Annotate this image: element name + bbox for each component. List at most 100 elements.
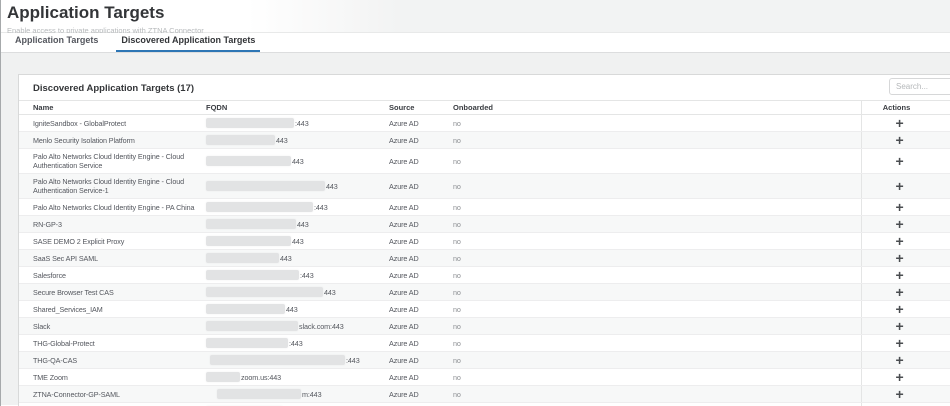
target-onboarded: no <box>453 236 461 246</box>
table-row: TME Zoom zoom.us:443 Azure AD no + <box>19 369 950 386</box>
add-target-button[interactable]: + <box>895 116 903 130</box>
add-target-button[interactable]: + <box>895 268 903 282</box>
table-row: Palo Alto Networks Cloud Identity Engine… <box>19 174 950 199</box>
redacted-fqdn <box>206 338 288 348</box>
window-edge <box>0 0 1 406</box>
target-fqdn: 443 <box>206 149 389 173</box>
fqdn-suffix: 443 <box>292 236 304 246</box>
target-source: Azure AD <box>389 156 419 166</box>
target-fqdn: :443 <box>206 335 389 351</box>
add-target-button[interactable]: + <box>895 217 903 231</box>
actions-cell: + <box>861 233 931 249</box>
application-targets-page: Application Targets Enable access to pri… <box>0 0 950 406</box>
actions-cell: + <box>861 318 931 334</box>
add-target-button[interactable]: + <box>895 387 903 401</box>
target-source: Azure AD <box>389 355 419 365</box>
target-onboarded: no <box>453 389 461 399</box>
table-row: Shared_Services_IAM 443 Azure AD no + <box>19 301 950 318</box>
tab-bar: Application Targets Discovered Applicati… <box>0 33 950 53</box>
add-target-button[interactable]: + <box>895 302 903 316</box>
target-source: Azure AD <box>389 219 419 229</box>
redacted-fqdn <box>206 236 291 246</box>
add-target-button[interactable]: + <box>895 353 903 367</box>
actions-cell: + <box>861 174 931 198</box>
target-fqdn: zoom.us:443 <box>206 369 389 385</box>
actions-cell: + <box>861 369 931 385</box>
add-target-button[interactable]: + <box>895 319 903 333</box>
redacted-fqdn <box>210 355 345 365</box>
table-row: SASE DEMO 2 Explicit Proxy 443 Azure AD … <box>19 233 950 250</box>
fqdn-suffix: slack.com:443 <box>299 321 344 331</box>
redacted-fqdn <box>206 181 325 191</box>
panel-header: Discovered Application Targets (17) <box>19 75 950 100</box>
redacted-fqdn <box>206 118 294 128</box>
tab-discovered-application-targets[interactable]: Discovered Application Targets <box>116 35 261 52</box>
fqdn-suffix: :443 <box>314 202 328 212</box>
actions-cell: + <box>861 115 931 131</box>
table-row: SaaS Sec API SAML 443 Azure AD no + <box>19 250 950 267</box>
fqdn-suffix: 443 <box>276 135 288 145</box>
target-source: Azure AD <box>389 304 419 314</box>
actions-cell: + <box>861 216 931 232</box>
add-target-button[interactable]: + <box>895 336 903 350</box>
target-fqdn: :443 <box>206 115 389 131</box>
target-onboarded: no <box>453 270 461 280</box>
target-name: IgniteSandbox - GlobalProtect <box>33 118 126 128</box>
target-source: Azure AD <box>389 236 419 246</box>
target-name: Palo Alto Networks Cloud Identity Engine… <box>33 202 195 212</box>
redacted-fqdn <box>206 135 275 145</box>
target-onboarded: no <box>453 135 461 145</box>
redacted-fqdn <box>206 372 240 382</box>
table-row: Salesforce :443 Azure AD no + <box>19 267 950 284</box>
target-name: Palo Alto Networks Cloud Identity Engine… <box>33 177 185 195</box>
target-fqdn: :443 <box>206 199 389 215</box>
table-row: Secure Browser Test CAS 443 Azure AD no … <box>19 284 950 301</box>
target-onboarded: no <box>453 181 461 191</box>
actions-cell: + <box>861 284 931 300</box>
redacted-fqdn <box>206 270 299 280</box>
add-target-button[interactable]: + <box>895 200 903 214</box>
target-source: Azure AD <box>389 118 419 128</box>
target-name: THG-Global-Protect <box>33 338 95 348</box>
actions-cell: + <box>861 301 931 317</box>
target-fqdn: 443 <box>206 250 389 266</box>
column-header-actions: Actions <box>861 101 931 114</box>
add-target-button[interactable]: + <box>895 251 903 265</box>
tab-application-targets[interactable]: Application Targets <box>10 35 103 52</box>
target-name: Secure Browser Test CAS <box>33 287 114 297</box>
target-source: Azure AD <box>389 270 419 280</box>
column-header-fqdn: FQDN <box>206 103 228 112</box>
fqdn-suffix: :443 <box>289 338 303 348</box>
target-source: Azure AD <box>389 135 419 145</box>
target-onboarded: no <box>453 219 461 229</box>
target-fqdn: 443 <box>206 301 389 317</box>
add-target-button[interactable]: + <box>895 154 903 168</box>
add-target-button[interactable]: + <box>895 370 903 384</box>
target-onboarded: no <box>453 304 461 314</box>
redacted-fqdn <box>206 253 279 263</box>
column-header-source: Source <box>389 103 415 112</box>
actions-cell: + <box>861 149 931 173</box>
add-target-button[interactable]: + <box>895 179 903 193</box>
target-name: SaaS Sec API SAML <box>33 253 99 263</box>
search-input[interactable] <box>889 78 950 95</box>
target-source: Azure AD <box>389 338 419 348</box>
target-onboarded: no <box>453 156 461 166</box>
actions-cell: + <box>861 132 931 148</box>
page-header: Application Targets Enable access to pri… <box>0 0 950 35</box>
redacted-fqdn <box>206 156 291 166</box>
redacted-fqdn <box>206 321 298 331</box>
add-target-button[interactable]: + <box>895 133 903 147</box>
panel-heading: Discovered Application Targets (17) <box>33 83 195 94</box>
fqdn-suffix: zoom.us:443 <box>241 372 282 382</box>
add-target-button[interactable]: + <box>895 234 903 248</box>
table-row: Palo Alto Networks Cloud Identity Engine… <box>19 149 950 174</box>
target-fqdn: 443 <box>206 233 389 249</box>
fqdn-suffix: 443 <box>326 181 338 191</box>
target-name: Palo Alto Networks Cloud Identity Engine… <box>33 152 185 170</box>
add-target-button[interactable]: + <box>895 285 903 299</box>
fqdn-suffix: m:443 <box>302 389 322 399</box>
target-fqdn: 443 <box>206 216 389 232</box>
target-name: TME Zoom <box>33 372 68 382</box>
target-onboarded: no <box>453 118 461 128</box>
